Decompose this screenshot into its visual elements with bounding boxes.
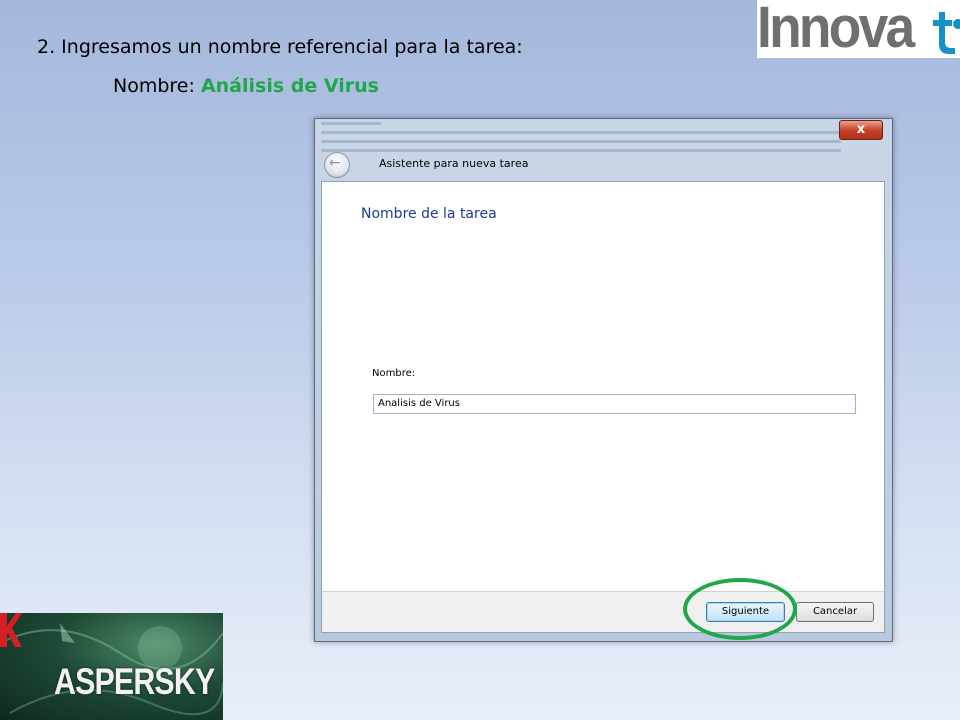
wizard-content-panel: Nombre de la tarea Nombre: Analisis de V… (321, 181, 885, 592)
kaspersky-wordmark: ASPERSKY (54, 661, 215, 702)
blurred-background-text (321, 131, 841, 134)
kaspersky-image: ASPERSKY (0, 613, 223, 720)
task-name-input[interactable]: Analisis de Virus (373, 394, 856, 414)
innova-logo-text: Innova (757, 0, 915, 58)
innova-logo-mark-icon (933, 12, 960, 54)
cancel-button[interactable]: Cancelar (796, 602, 874, 622)
new-task-wizard-window: x ← Asistente para nueva tarea Nombre de… (314, 118, 893, 642)
name-field-label: Nombre: (372, 368, 416, 379)
slide-name-prefix: Nombre: (113, 75, 201, 97)
close-icon: x (856, 122, 866, 137)
wizard-title: Asistente para nueva tarea (379, 157, 529, 170)
page-heading: Nombre de la tarea (361, 206, 497, 222)
kaspersky-k-mark-icon (0, 613, 22, 647)
wizard-footer: Siguiente Cancelar (321, 591, 885, 633)
blurred-background-text (321, 140, 841, 143)
blurred-background-text (321, 122, 381, 125)
window-title-strip (315, 119, 892, 159)
innova-logo: Innova (757, 0, 960, 58)
highlight-circle (683, 578, 797, 640)
close-button[interactable]: x (839, 120, 883, 140)
slide-name-value: Análisis de Virus (200, 75, 379, 97)
back-button[interactable]: ← (324, 152, 350, 178)
blurred-background-text (321, 149, 841, 152)
slide-name-line: Nombre: Análisis de Virus (113, 75, 379, 97)
back-arrow-icon: ← (329, 155, 341, 171)
slide-step-text: 2. Ingresamos un nombre referencial para… (37, 36, 523, 58)
